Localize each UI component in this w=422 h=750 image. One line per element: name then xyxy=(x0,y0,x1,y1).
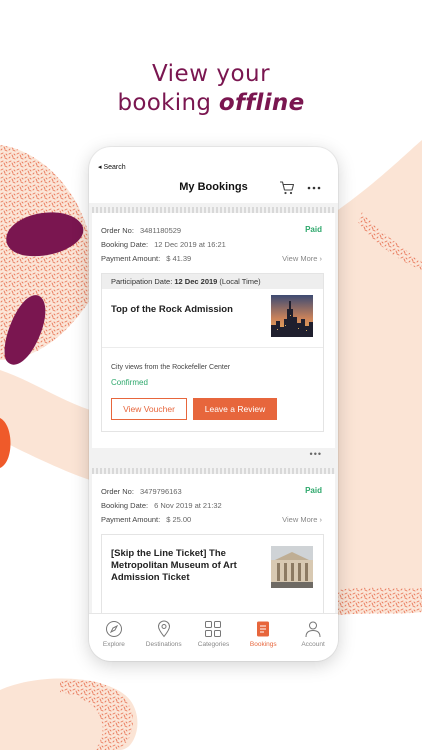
tab-bookings[interactable]: Bookings xyxy=(238,614,288,661)
ticket-name-line3: Admission Ticket xyxy=(111,572,190,583)
cart-icon[interactable] xyxy=(279,180,295,196)
ticket-thumbnail xyxy=(271,295,313,337)
user-icon xyxy=(305,621,321,638)
ticket-name-line1: [Skip the Line Ticket] The xyxy=(111,548,226,559)
bookings-icon xyxy=(257,621,270,637)
payment-label: Payment Amount: xyxy=(101,254,161,263)
ticket-description: City views from the Rockefeller Center xyxy=(111,364,231,371)
tab-explore[interactable]: Explore xyxy=(89,614,139,661)
headline-line2: booking offline xyxy=(0,89,422,118)
order-number-row: Order No: 3481180529 xyxy=(101,226,181,235)
grid-icon xyxy=(205,621,222,637)
promo-headline: View your booking offline xyxy=(0,60,422,118)
order-card: Order No: 3481180529 Paid Booking Date: 12… xyxy=(92,213,335,448)
participation-label: Participation Date: xyxy=(111,277,175,286)
participation-suffix: (Local Time) xyxy=(217,277,261,286)
headline-line1: View your xyxy=(151,61,271,87)
ticket-name: Top of the Rock Admission xyxy=(111,304,233,315)
order-label: Order No: xyxy=(101,487,134,496)
tab-bar: Explore Destinations Categories Bookings… xyxy=(89,613,338,661)
payment-amount: $ 25.00 xyxy=(166,515,192,524)
participation-date-value: 12 Dec 2019 xyxy=(174,277,218,286)
nav-bar: My Bookings xyxy=(89,177,338,201)
booking-date-label: Booking Date: xyxy=(101,501,149,510)
order-number: 3481180529 xyxy=(139,226,182,235)
bookings-list[interactable]: Order No: 3481180529 Paid Booking Date: 12… xyxy=(89,203,338,613)
tab-destinations[interactable]: Destinations xyxy=(139,614,189,661)
compass-icon xyxy=(105,621,122,637)
tab-label: Explore xyxy=(102,641,125,648)
payment-amount: $ 41.39 xyxy=(166,254,192,263)
page-title: My Bookings xyxy=(179,181,248,193)
order-number-row: Order No: 3479796163 xyxy=(101,487,182,496)
booking-date-label: Booking Date: xyxy=(101,240,149,249)
status-badge: Paid xyxy=(305,486,322,495)
tab-label: Destinations xyxy=(145,641,182,648)
booking-date-row: Booking Date: 6 Nov 2019 at 21:32 xyxy=(101,501,222,510)
order-card: Order No: 3479796163 Paid Booking Date: 6 … xyxy=(92,474,335,613)
tab-label: Account xyxy=(301,641,325,648)
order-more-icon[interactable]: ••• xyxy=(310,449,322,459)
ticket-card[interactable]: Participation Date: 12 Dec 2019 (Local T… xyxy=(101,273,324,432)
payment-row: Payment Amount: $ 41.39 xyxy=(101,254,191,263)
payment-label: Payment Amount: xyxy=(101,515,161,524)
divider xyxy=(102,347,323,348)
tab-account[interactable]: Account xyxy=(288,614,338,661)
leave-review-button[interactable]: Leave a Review xyxy=(193,398,277,420)
tab-label: Bookings xyxy=(249,641,277,648)
map-pin-icon xyxy=(157,620,170,638)
order-number: 3479796163 xyxy=(139,487,182,496)
tab-label: Categories xyxy=(197,641,230,648)
order-label: Order No: xyxy=(101,226,134,235)
booking-date: 12 Dec 2019 at 16:21 xyxy=(154,240,226,249)
ticket-card[interactable]: [Skip the Line Ticket] The Metropolitan … xyxy=(101,534,324,613)
view-voucher-button[interactable]: View Voucher xyxy=(111,398,187,420)
view-more-link[interactable]: View More › xyxy=(282,515,322,524)
phone-screen: ◂ Search My Bookings Order No: 3481180529… xyxy=(89,147,338,661)
ticket-status: Confirmed xyxy=(111,378,148,387)
ticket-thumbnail xyxy=(271,546,313,588)
payment-row: Payment Amount: $ 25.00 xyxy=(101,515,191,524)
tab-categories[interactable]: Categories xyxy=(189,614,239,661)
more-icon[interactable] xyxy=(306,180,322,196)
ticket-name-line2: Metropolitan Museum of Art xyxy=(111,560,237,571)
back-to-search-link[interactable]: ◂ Search xyxy=(98,163,126,171)
booking-date: 6 Nov 2019 at 21:32 xyxy=(154,501,222,510)
headline-emphasis: offline xyxy=(218,90,305,116)
status-badge: Paid xyxy=(305,225,322,234)
ticket-name: [Skip the Line Ticket] The Metropolitan … xyxy=(111,548,261,584)
booking-date-row: Booking Date: 12 Dec 2019 at 16:21 xyxy=(101,240,226,249)
view-more-link[interactable]: View More › xyxy=(282,254,322,263)
headline-prefix: booking xyxy=(117,90,219,116)
participation-date: Participation Date: 12 Dec 2019 (Local T… xyxy=(102,274,323,289)
